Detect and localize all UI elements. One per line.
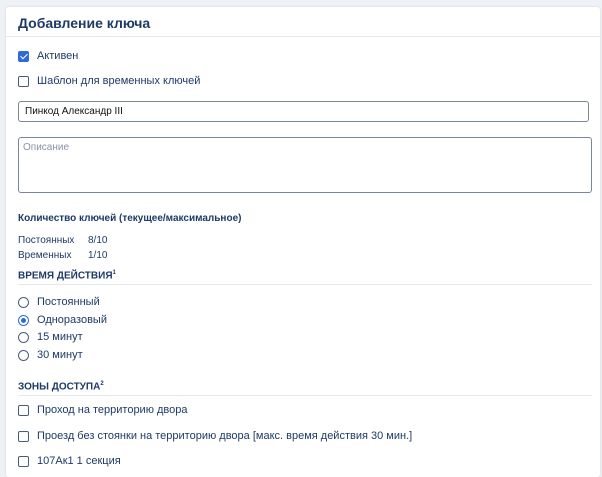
- validity-radio[interactable]: [18, 349, 29, 361]
- active-label: Активен: [37, 50, 79, 62]
- keys-count-row: Постоянных 8/10: [18, 235, 107, 246]
- keys-count-label: Временных: [18, 250, 72, 261]
- validity-footnote: 1: [112, 270, 116, 276]
- add-key-dialog: Добавление ключа Активен Шаблон для врем…: [6, 7, 600, 477]
- zone-item[interactable]: Проезд без стоянки на территорию двора […: [18, 430, 412, 442]
- validity-option-label: Одноразовый: [37, 314, 107, 326]
- validity-radio[interactable]: [18, 314, 29, 326]
- active-checkbox[interactable]: [18, 50, 29, 62]
- active-option[interactable]: Активен: [18, 50, 78, 62]
- validity-option-label: 30 минут: [37, 349, 83, 361]
- validity-option[interactable]: Одноразовый: [18, 314, 107, 326]
- validity-heading: ВРЕМЯ ДЕЙСТВИЯ1: [18, 270, 116, 281]
- description-textarea[interactable]: Описание: [18, 137, 592, 193]
- zone-label: Проезд без стоянки на территорию двора […: [37, 430, 413, 442]
- template-option[interactable]: Шаблон для временных ключей: [18, 75, 200, 87]
- keys-count-label: Постоянных: [18, 235, 75, 246]
- template-label: Шаблон для временных ключей: [37, 75, 201, 87]
- validity-heading-text: ВРЕМЯ ДЕЙСТВИЯ: [18, 270, 113, 282]
- zone-checkbox[interactable]: [18, 455, 29, 467]
- zones-footnote: 2: [100, 381, 104, 387]
- zone-label: 107Ак1 1 секция: [37, 455, 121, 467]
- validity-divider: [18, 284, 592, 285]
- validity-radio[interactable]: [18, 331, 29, 343]
- title-divider: [6, 36, 600, 37]
- zones-divider: [18, 395, 592, 396]
- key-name-input[interactable]: [18, 101, 589, 122]
- zone-item[interactable]: Проход на территорию двора: [18, 404, 188, 416]
- zone-item[interactable]: 107Ак1 1 секция: [18, 455, 121, 467]
- keys-count-value: 1/10: [88, 250, 108, 261]
- dialog-title: Добавление ключа: [18, 15, 151, 31]
- keys-count-row: Временных 1/10: [18, 250, 107, 261]
- validity-option-label: 15 минут: [37, 331, 83, 343]
- validity-option-label: Постоянный: [37, 296, 100, 308]
- validity-option[interactable]: 15 минут: [18, 331, 83, 343]
- description-placeholder: Описание: [23, 142, 70, 153]
- keys-count-heading: Количество ключей (текущее/максимальное): [18, 213, 242, 224]
- zone-checkbox[interactable]: [18, 430, 29, 442]
- validity-option[interactable]: 30 минут: [18, 349, 83, 361]
- zone-checkbox[interactable]: [18, 404, 29, 416]
- validity-option[interactable]: Постоянный: [18, 296, 100, 308]
- zone-label: Проход на территорию двора: [37, 404, 188, 416]
- zones-heading: ЗОНЫ ДОСТУПА2: [18, 381, 104, 392]
- keys-count-value: 8/10: [88, 235, 108, 246]
- validity-radio[interactable]: [18, 296, 29, 308]
- zones-heading-text: ЗОНЫ ДОСТУПА: [18, 381, 101, 393]
- template-checkbox[interactable]: [18, 75, 29, 87]
